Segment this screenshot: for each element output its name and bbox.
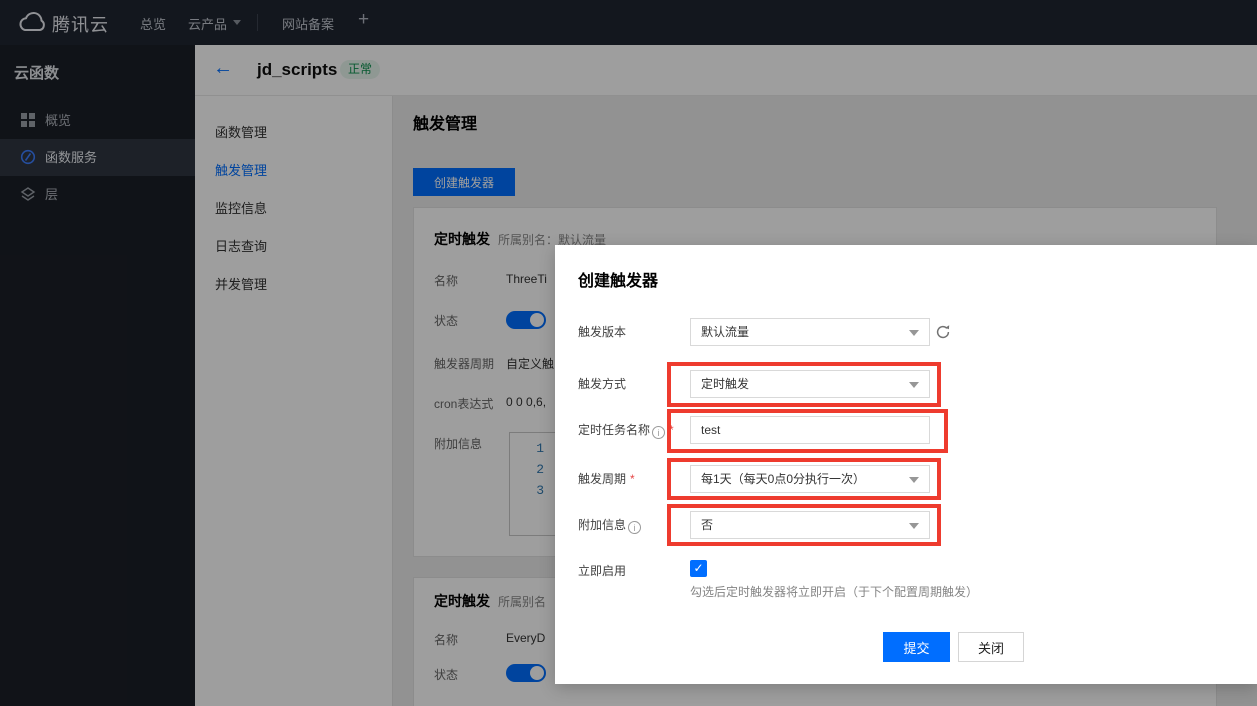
attach-info-label: 附加信息i [578, 511, 641, 539]
chevron-down-icon [909, 523, 919, 529]
modal-title: 创建触发器 [578, 267, 658, 291]
attach-info-select[interactable]: 否 [690, 511, 930, 539]
method-select[interactable]: 定时触发 [690, 370, 930, 398]
chevron-down-icon [909, 382, 919, 388]
info-icon: i [652, 426, 665, 439]
enable-now-hint: 勾选后定时触发器将立即开启（于下个配置周期触发） [690, 583, 978, 600]
version-select-value: 默认流量 [701, 325, 749, 339]
attach-info-select-value: 否 [701, 518, 713, 532]
enable-now-checkbox[interactable]: ✓ [690, 560, 707, 577]
version-label: 触发版本 [578, 318, 626, 346]
chevron-down-icon [909, 477, 919, 483]
version-select[interactable]: 默认流量 [690, 318, 930, 346]
trigger-period-select[interactable]: 每1天（每天0点0分执行一次） [690, 465, 930, 493]
method-select-value: 定时触发 [701, 377, 749, 391]
method-label: 触发方式 [578, 370, 626, 398]
create-trigger-modal: 创建触发器 触发版本 默认流量 触发方式 定时触发 定时任务名称i* 触发周期* [555, 245, 1257, 684]
enable-now-label: 立即启用 [578, 557, 626, 585]
required-asterisk: * [630, 472, 635, 486]
required-asterisk: * [669, 423, 674, 437]
app-root: 腾讯云 总览 云产品 网站备案 + 云函数 概览 函数服务 层 [0, 0, 1257, 706]
trigger-period-select-value: 每1天（每天0点0分执行一次） [701, 472, 865, 486]
trigger-period-label: 触发周期* [578, 465, 635, 493]
chevron-down-icon [909, 330, 919, 336]
close-button[interactable]: 关闭 [958, 632, 1024, 662]
task-name-input[interactable] [690, 416, 930, 444]
refresh-icon[interactable] [935, 324, 951, 340]
task-name-label: 定时任务名称i* [578, 416, 674, 444]
submit-button[interactable]: 提交 [883, 632, 950, 662]
info-icon: i [628, 521, 641, 534]
